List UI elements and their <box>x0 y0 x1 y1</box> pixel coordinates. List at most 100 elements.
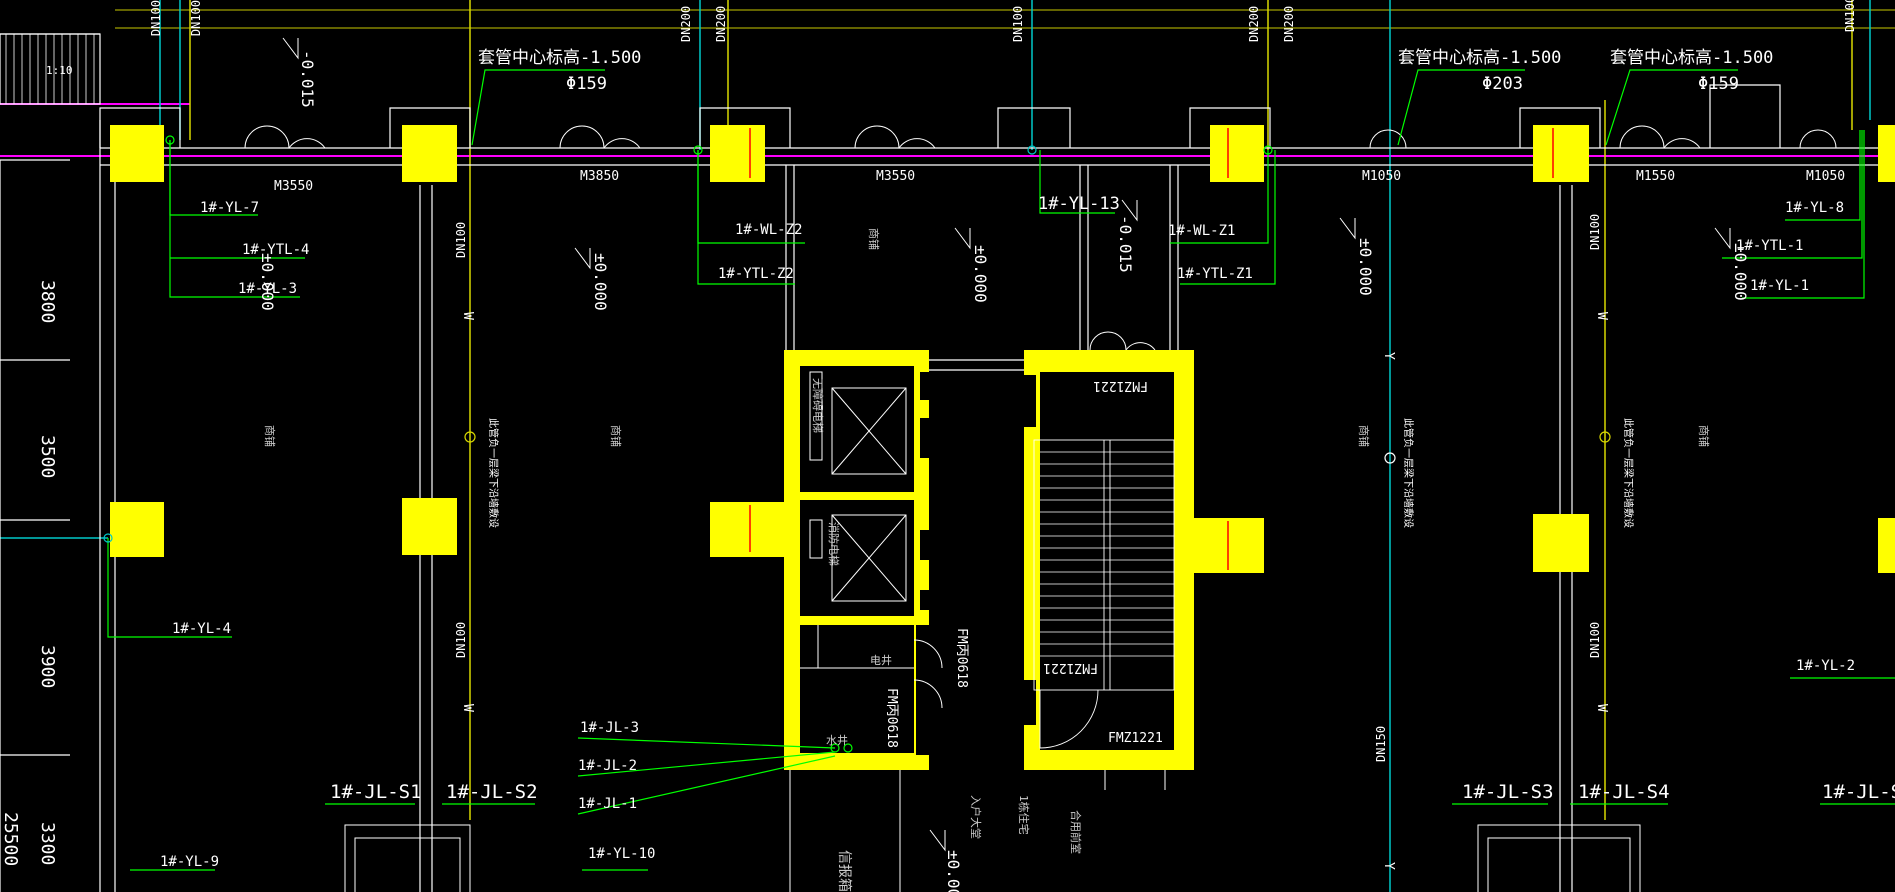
elevator-core <box>784 350 943 770</box>
riser-note: 此管负一层梁下沿墙敷设 <box>487 418 500 528</box>
dn-label: DN200 <box>1247 6 1261 42</box>
dn-label: DN150 <box>1374 726 1388 762</box>
door-label: M1050 <box>1362 169 1401 184</box>
dn-label: DN100 <box>1588 622 1602 658</box>
pipe-tag: 1#-YL-10 <box>588 846 655 862</box>
scale-note: 1:10 <box>46 64 73 77</box>
pipe-tag: 1#-JL-2 <box>578 758 637 774</box>
dimension-labels: 3800 3500 3900 3300 25500 <box>0 280 58 866</box>
pipe-tag: 1#-YL-3 <box>238 281 297 297</box>
room-label: 无障碍电梯 <box>811 378 825 433</box>
fire-door-label: FMZ1221 <box>1093 378 1148 393</box>
level-label: ±0.000 <box>971 245 990 303</box>
dim-3900: 3900 <box>37 645 58 688</box>
sleeve-notes: 套管中心标高-1.500 Φ159 套管中心标高-1.500 Φ203 套管中心… <box>478 48 1773 94</box>
fire-door-label: FMZ1221 <box>1043 660 1098 675</box>
pipe-tag: 1#-YL-13 <box>1038 194 1120 214</box>
dn-label: DN200 <box>679 6 693 42</box>
room-label: 商铺 <box>609 425 623 447</box>
pipe-code: W <box>1594 312 1609 320</box>
riser-tag-labels: 1#-JL-S1 1#-JL-S2 1#-JL-S3 1#-JL-S4 1#-J… <box>330 781 1895 803</box>
level-label: -0.015 <box>1116 215 1135 273</box>
dn-label: DN100 <box>454 622 468 658</box>
pipe-tag: 1#-YL-9 <box>160 854 219 870</box>
pipe-tag: 1#-YTL-Z1 <box>1177 266 1253 282</box>
dn-label: DN200 <box>714 6 728 42</box>
level-label: ±0.000 <box>1356 238 1375 296</box>
pipe-tag: 1#-YL-7 <box>200 200 259 216</box>
riser-tag: 1#-JL-S4 <box>1578 781 1670 803</box>
riser-note: 此管负一层梁下沿墙敷设 <box>1622 418 1635 528</box>
misc-labels: 1:10 <box>46 64 73 77</box>
pipe-tag: 1#-WL-Z1 <box>1168 223 1235 239</box>
cad-floor-plan: 3800 3500 3900 3300 25500 DN100 DN100 DN… <box>0 0 1895 892</box>
sleeve-elevation: 套管中心标高-1.500 <box>1398 48 1561 68</box>
pipe-tag: 1#-YTL-Z2 <box>718 266 794 282</box>
dim-25500: 25500 <box>0 812 21 866</box>
door-label: M1050 <box>1806 169 1845 184</box>
toilet-rooms <box>344 770 1641 892</box>
dim-3500: 3500 <box>37 435 58 478</box>
room-label: 商铺 <box>263 425 277 447</box>
dim-3800: 3800 <box>37 280 58 323</box>
fire-door-label: FM丙0618 <box>954 628 969 688</box>
sleeve-elevation: 套管中心标高-1.500 <box>478 48 641 68</box>
level-label: ±0.000 <box>944 850 963 892</box>
level-triangles <box>282 37 1731 852</box>
pipe-tag: 1#-YTL-1 <box>1736 238 1803 254</box>
room-label: 商铺 <box>1357 425 1371 447</box>
fire-door-label: FMZ1221 <box>1108 731 1163 746</box>
pipe-tag: 1#-JL-3 <box>580 720 639 736</box>
pipe-tag: 1#-YTL-4 <box>242 242 309 258</box>
pipe-tag: 1#-YL-4 <box>172 621 231 637</box>
door-label: M1550 <box>1636 169 1675 184</box>
stair-core <box>1024 350 1194 770</box>
fire-door-label: FM丙0618 <box>884 688 899 748</box>
dn-label: DN100 <box>1011 6 1025 42</box>
pipe-tag: 1#-YL-8 <box>1785 200 1844 216</box>
room-label: 电井 <box>870 653 892 667</box>
room-label: 消防电梯 <box>827 522 841 566</box>
room-label: 合用前室 <box>1069 810 1083 854</box>
dn-label: DN100 <box>149 0 163 36</box>
room-label: 信报箱 <box>836 850 852 892</box>
cyan-pipes <box>0 0 1871 892</box>
room-label: 1栋住宅 <box>1017 795 1031 835</box>
dim-3300: 3300 <box>37 822 58 865</box>
pipe-tag: 1#-YL-1 <box>1750 278 1809 294</box>
room-label: 入户大堂 <box>969 795 983 839</box>
room-label: 商铺 <box>1697 425 1711 447</box>
dn-label: DN100 <box>454 222 468 258</box>
door-label: M3850 <box>580 169 619 184</box>
door-label: M3550 <box>876 169 915 184</box>
sleeve-diameter: Φ203 <box>1482 74 1523 94</box>
pipe-tag: 1#-WL-Z2 <box>735 222 802 238</box>
dn-label: DN200 <box>1282 6 1296 42</box>
pipe-size-labels: DN100 DN100 DN200 DN200 DN100 DN200 DN20… <box>149 0 1857 762</box>
riser-tag: 1#-JL-S1 <box>330 781 422 803</box>
door-labels: M3550 M3850 M3550 M1050 M1550 M1050 <box>274 169 1845 194</box>
pipe-code: W <box>460 312 475 320</box>
walls <box>0 33 1895 892</box>
riser-tag: 1#-JL-S3 <box>1462 781 1554 803</box>
dn-label: DN100 <box>1843 0 1857 32</box>
yellow-pipes <box>189 0 1853 820</box>
riser-tag: 1#-JL-S2 <box>446 781 538 803</box>
level-label: ±0.000 <box>591 253 610 311</box>
dn-label: DN100 <box>1588 214 1602 250</box>
pipe-code: W <box>1594 704 1609 712</box>
level-labels: -0.015 ±0.000 ±0.000 ±0.000 -0.015 ±0.00… <box>258 50 1750 892</box>
room-label: 水井 <box>826 733 848 747</box>
riser-note: 此管负一层梁下沿墙敷设 <box>1402 418 1415 528</box>
pipe-code: Y <box>1381 352 1396 360</box>
room-label: 商铺 <box>867 228 881 250</box>
pipe-tag: 1#-YL-2 <box>1796 658 1855 674</box>
riser-tag: 1#-JL-S <box>1822 781 1895 803</box>
pipe-tag: 1#-JL-1 <box>578 796 637 812</box>
sleeve-diameter: Φ159 <box>566 74 607 94</box>
pipe-code: Y <box>1381 862 1396 870</box>
dn-label: DN100 <box>189 0 203 36</box>
sleeve-elevation: 套管中心标高-1.500 <box>1610 48 1773 68</box>
pipe-code: W <box>460 704 475 712</box>
door-label: M3550 <box>274 179 313 194</box>
